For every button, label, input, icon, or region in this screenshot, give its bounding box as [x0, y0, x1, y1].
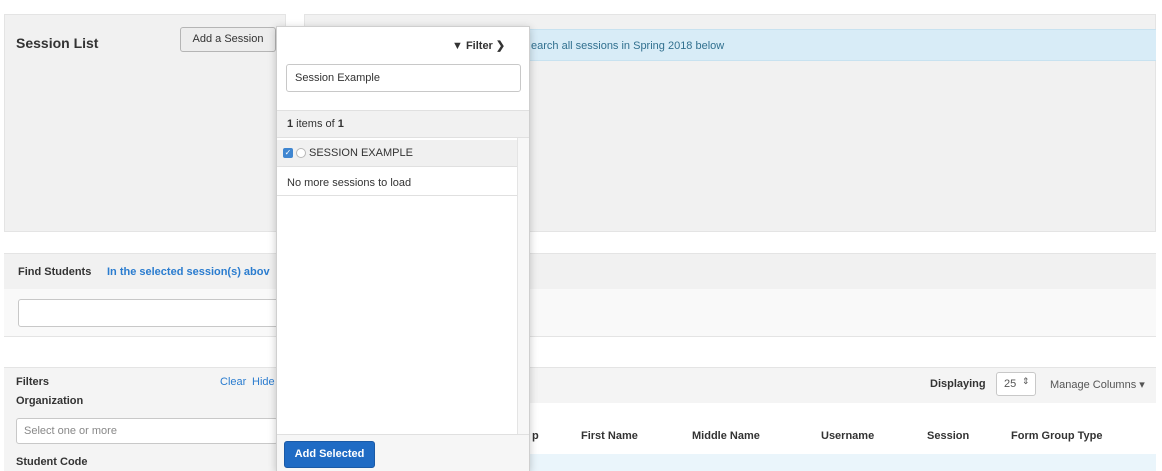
organization-label: Organization [16, 395, 84, 407]
checkbox-checked-icon[interactable]: ✓ [283, 148, 293, 158]
find-students-label: Find Students [18, 266, 92, 278]
find-students-input[interactable] [18, 299, 280, 327]
count-middle: items of [293, 118, 338, 130]
scrollbar[interactable] [518, 138, 529, 434]
add-selected-button[interactable]: Add Selected [284, 441, 375, 468]
manage-columns-dropdown[interactable]: Manage Columns ▾ [1050, 378, 1145, 391]
organization-placeholder: Select one or more [24, 425, 117, 437]
add-session-button[interactable]: Add a Session [180, 27, 276, 52]
filters-label: Filters [16, 376, 50, 388]
column-header-session[interactable]: Session [927, 430, 969, 442]
column-header-username[interactable]: Username [821, 430, 874, 442]
student-code-label: Student Code [16, 456, 88, 468]
session-item-label: SESSION EXAMPLE [309, 147, 413, 159]
find-students-link[interactable]: In the selected session(s) abov [107, 266, 277, 278]
column-header-first-name[interactable]: First Name [581, 430, 638, 442]
no-more-sessions-text: No more sessions to load [287, 177, 412, 189]
radio-icon[interactable] [296, 148, 306, 158]
filter-toggle[interactable]: ▼ Filter ❯ [452, 39, 505, 52]
clear-filters-link[interactable]: Clear [220, 376, 246, 388]
session-list-title: Session List [16, 35, 99, 51]
hide-filters-link[interactable]: Hide [252, 376, 275, 388]
column-header[interactable]: p [532, 430, 539, 442]
table-row [530, 454, 1156, 471]
results-count: 1 items of 1 [287, 118, 344, 130]
info-banner-text: earch all sessions in Spring 2018 below [531, 40, 725, 52]
displaying-label: Displaying [930, 378, 986, 390]
select-arrows-icon: ⇕ [1022, 376, 1030, 386]
column-header-form-group-type[interactable]: Form Group Type [1011, 430, 1102, 442]
session-search-input[interactable] [286, 64, 521, 92]
page-size-value: 25 [1004, 378, 1017, 390]
column-header-middle-name[interactable]: Middle Name [692, 430, 760, 442]
count-total: 1 [337, 118, 344, 130]
